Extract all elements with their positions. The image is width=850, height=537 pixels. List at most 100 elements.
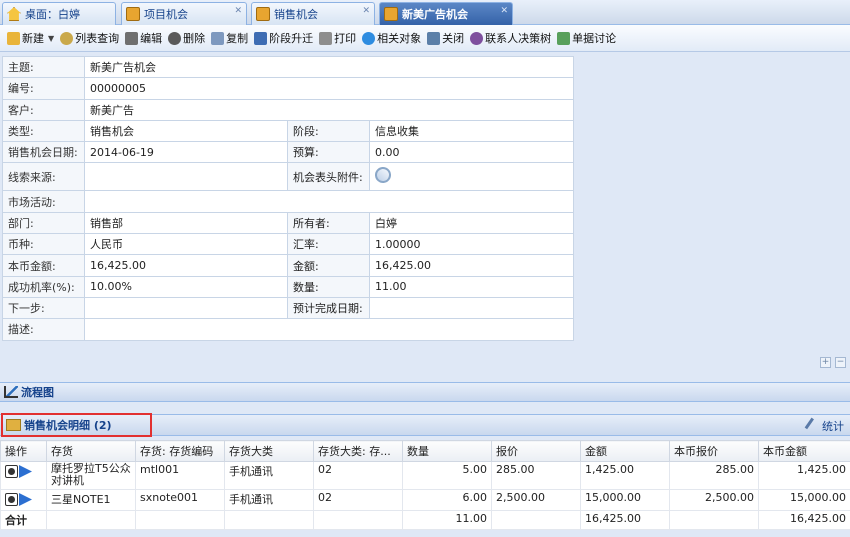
toolbar: 新建 ▼ 列表查询 编辑 删除 复制 阶段升迁 打印 相关对象 关闭 联系人决策… <box>0 25 850 52</box>
department-value: 销售部 <box>84 211 288 235</box>
cell-item: 三星NOTE1 <box>46 489 136 511</box>
tab-desktop[interactable]: 桌面：白婷 <box>2 2 116 25</box>
total-amount: 16,425.00 <box>580 510 670 530</box>
close-icon[interactable]: ✕ <box>362 6 370 16</box>
list-query-label: 列表查询 <box>75 32 120 45</box>
col-category-code[interactable]: 存货大类: 存... <box>313 440 403 462</box>
department-label: 部门: <box>2 211 85 235</box>
tab-project-opportunity[interactable]: 项目机会 ✕ <box>121 2 247 25</box>
contact-tree-button[interactable]: 联系人决策树 <box>467 27 554 49</box>
tab-sales-opportunity[interactable]: 销售机会 ✕ <box>251 2 375 25</box>
tab-label: 项目机会 <box>144 8 188 21</box>
paperclip-icon[interactable] <box>371 164 395 187</box>
cell-price: 2,500.00 <box>491 489 581 511</box>
chevron-down-icon[interactable]: ▼ <box>48 34 54 43</box>
chart-icon <box>126 7 140 21</box>
print-label: 打印 <box>334 32 357 45</box>
row-actions <box>0 489 47 511</box>
home-icon <box>7 7 21 21</box>
col-item[interactable]: 存货 <box>46 440 136 462</box>
code-value: 00000005 <box>84 77 574 100</box>
col-local-price[interactable]: 本币报价 <box>669 440 759 462</box>
cell-category-code: 02 <box>313 489 403 511</box>
chart-icon <box>256 7 270 21</box>
date-label: 销售机会日期: <box>2 141 85 164</box>
subject-value: 新美广告机会 <box>84 55 574 79</box>
tab-label: 销售机会 <box>274 8 318 21</box>
col-quantity[interactable]: 数量 <box>402 440 492 462</box>
total-local-amount: 16,425.00 <box>758 510 850 530</box>
close-button[interactable]: 关闭 <box>424 27 467 49</box>
panel-controls: + − <box>820 357 846 368</box>
stage-upgrade-button[interactable]: 阶段升迁 <box>251 27 316 49</box>
description-value <box>84 318 574 341</box>
copy-button[interactable]: 复制 <box>208 27 251 49</box>
detail-title[interactable]: 销售机会明细 (2) <box>1 413 152 437</box>
customer-value: 新美广告 <box>84 98 574 121</box>
doc-discuss-label: 单据讨论 <box>572 32 617 45</box>
doc-discuss-button[interactable]: 单据讨论 <box>554 27 619 49</box>
cell-local-price: 2,500.00 <box>669 489 759 511</box>
copy-label: 复制 <box>226 32 249 45</box>
col-operation[interactable]: 操作 <box>0 440 47 462</box>
view-icon[interactable] <box>5 465 18 478</box>
campaign-label: 市场活动: <box>2 190 85 213</box>
tab-label: 新美广告机会 <box>402 8 468 21</box>
col-amount[interactable]: 金额 <box>580 440 670 462</box>
local-amount-label: 本币金额: <box>2 254 85 277</box>
collapse-icon[interactable]: − <box>835 357 846 368</box>
total-label: 合计 <box>0 510 47 530</box>
new-button[interactable]: 新建 ▼ <box>4 27 57 49</box>
owner-value: 白婷 <box>369 211 574 235</box>
currency-value: 人民币 <box>84 233 288 256</box>
col-price[interactable]: 报价 <box>491 440 581 462</box>
table-row[interactable]: 摩托罗拉T5公众对讲机 mtl001 手机通讯 02 5.00 285.00 1… <box>0 461 850 490</box>
chart-icon <box>384 7 398 21</box>
edit-button[interactable]: 编辑 <box>122 27 165 49</box>
related-objects-icon <box>362 31 376 45</box>
cell-category-code: 02 <box>313 461 403 490</box>
col-item-code[interactable]: 存货: 存货编码 <box>135 440 225 462</box>
exchange-rate-label: 汇率: <box>287 233 370 256</box>
stage-upgrade-icon <box>254 31 268 45</box>
new-icon <box>7 31 20 45</box>
col-category[interactable]: 存货大类 <box>224 440 314 462</box>
type-value: 销售机会 <box>84 119 288 143</box>
date-value: 2014-06-19 <box>84 141 288 164</box>
success-rate-label: 成功机率(%): <box>2 275 85 298</box>
table-row[interactable]: 三星NOTE1 sxnote001 手机通讯 02 6.00 2,500.00 … <box>0 489 850 511</box>
view-icon[interactable] <box>5 493 18 506</box>
tab-xinmei-opportunity[interactable]: 新美广告机会 ✕ <box>379 2 513 25</box>
total-quantity: 11.00 <box>402 510 492 530</box>
delete-label: 删除 <box>183 32 206 45</box>
printer-icon <box>319 31 333 45</box>
close-icon[interactable]: ✕ <box>500 6 508 16</box>
cell-item-code: mtl001 <box>135 461 225 490</box>
edit-icon <box>125 31 139 45</box>
currency-label: 币种: <box>2 233 85 256</box>
type-label: 类型: <box>2 119 85 143</box>
quantity-label: 数量: <box>287 275 370 298</box>
cell-quantity: 5.00 <box>402 461 492 490</box>
close-label: 关闭 <box>442 32 465 45</box>
play-icon[interactable] <box>19 465 32 478</box>
list-query-button[interactable]: 列表查询 <box>57 27 122 49</box>
attachment-value <box>369 162 574 192</box>
print-button[interactable]: 打印 <box>316 27 359 49</box>
col-local-amount[interactable]: 本币金额 <box>758 440 850 462</box>
success-rate-value: 10.00% <box>84 275 288 298</box>
statistics-button[interactable]: 统计 <box>804 417 844 435</box>
flowchart-section-header[interactable]: 流程图 <box>0 382 850 402</box>
stage-label: 阶段: <box>287 119 370 143</box>
statistics-label: 统计 <box>822 420 844 433</box>
delete-button[interactable]: 删除 <box>165 27 208 49</box>
play-icon[interactable] <box>19 493 32 506</box>
related-objects-button[interactable]: 相关对象 <box>359 27 424 49</box>
total-row: 合计 11.00 16,425.00 16,425.00 <box>0 510 850 530</box>
flowchart-title: 流程图 <box>21 386 54 399</box>
detail-icon <box>6 419 21 431</box>
cell-price: 285.00 <box>491 461 581 490</box>
stage-value: 信息收集 <box>369 119 574 143</box>
expand-icon[interactable]: + <box>820 357 831 368</box>
close-icon[interactable]: ✕ <box>234 6 242 16</box>
